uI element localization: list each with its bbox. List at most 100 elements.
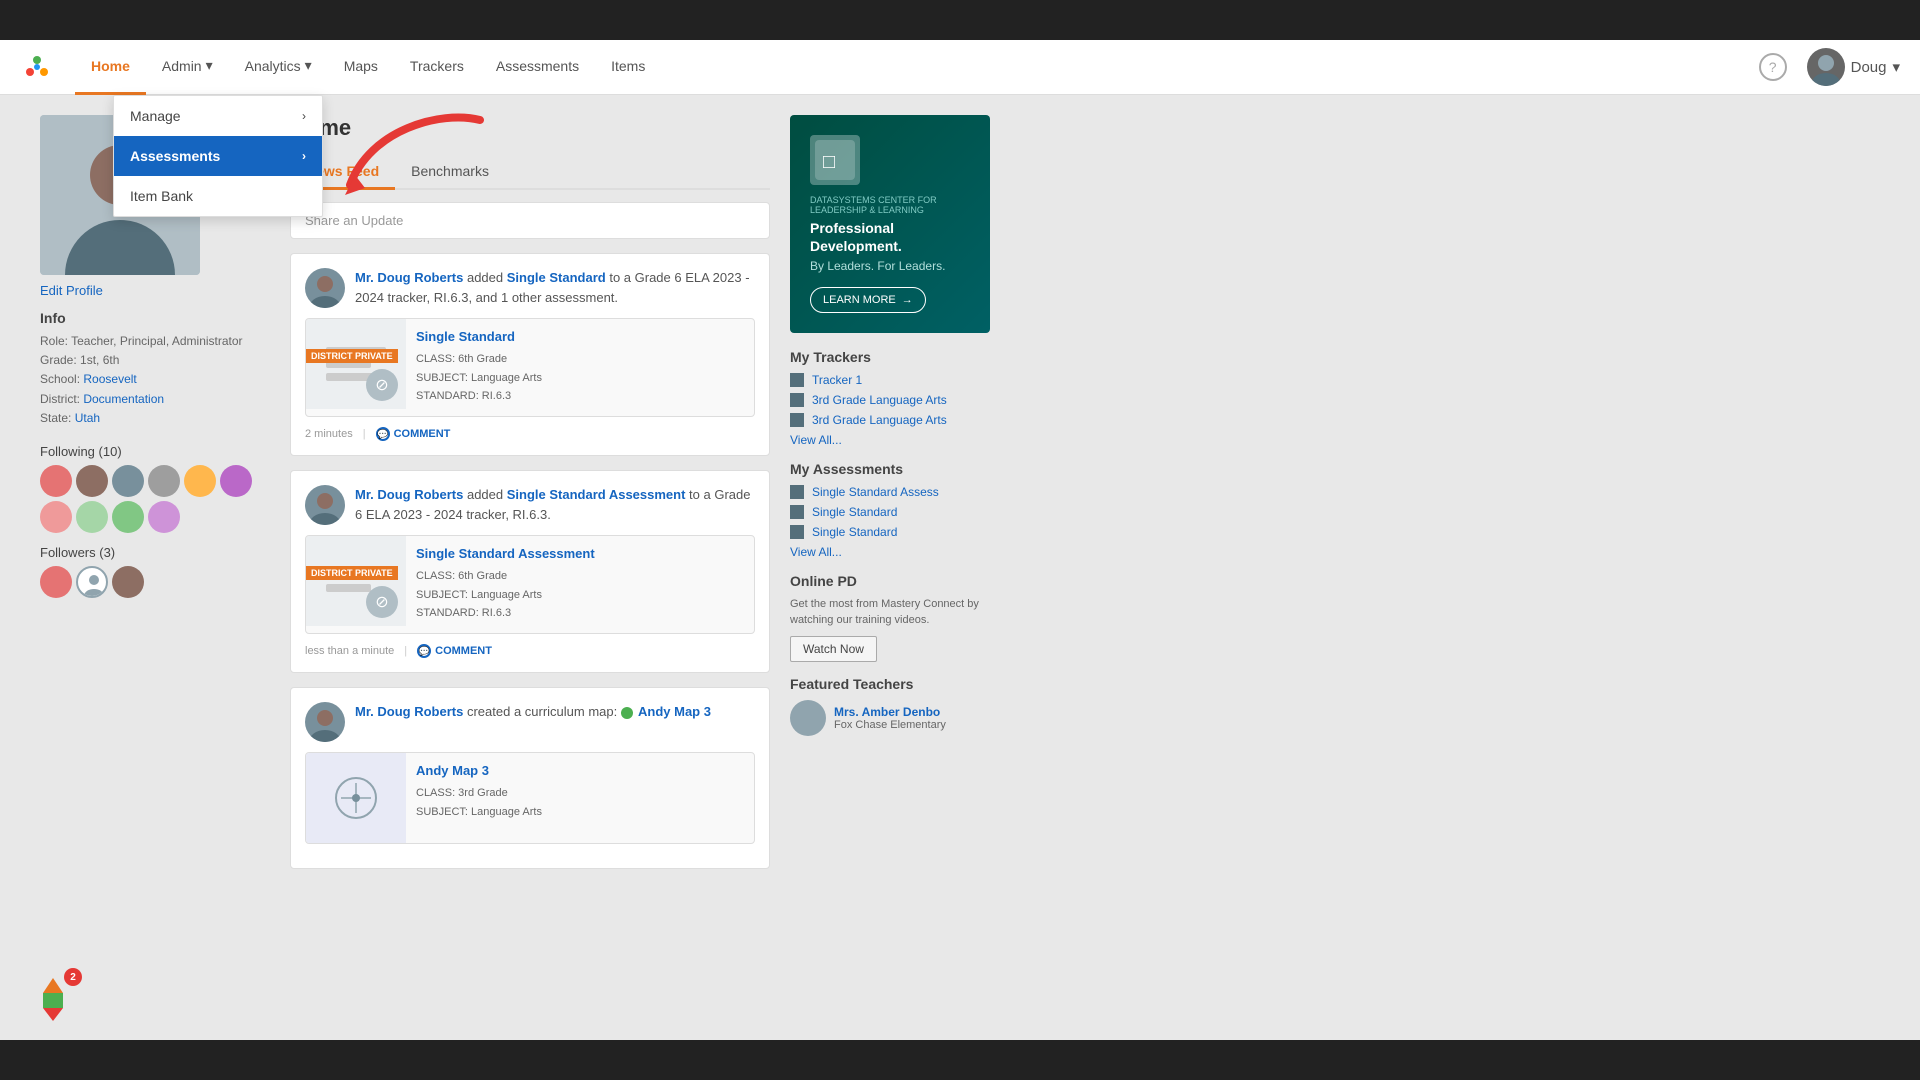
feed-item-header-3: Mr. Doug Roberts created a curriculum ma… [305,702,755,742]
blocked-icon-2: ⊘ [366,586,398,618]
nav-analytics[interactable]: Analytics ▾ [229,40,328,95]
feed-item-link-2[interactable]: Single Standard Assessment [507,487,686,502]
feed-card-2[interactable]: DISTRICT PRIVATE ⊘ Single Standard Asses… [305,535,755,634]
ad-learn-more-button[interactable]: LEARN MORE → [810,287,926,313]
card-title-2[interactable]: Single Standard Assessment [416,546,744,561]
feed-card-image: DISTRICT PRIVATE ⊘ [306,319,406,409]
featured-school: Fox Chase Elementary [834,719,946,731]
following-avatar[interactable] [184,465,216,497]
right-panel: □ DATASYSTEMS CENTER FOR LEADERSHIP & LE… [790,115,990,1020]
feed-item-link[interactable]: Single Standard [507,270,606,285]
feed-card-info: Single Standard CLASS: 6th Grade SUBJECT… [406,319,754,416]
follower-avatar[interactable] [40,566,72,598]
my-trackers-section: My Trackers Tracker 1 3rd Grade Language… [790,349,990,447]
nav-items[interactable]: Items [595,40,661,95]
watch-now-button[interactable]: Watch Now [790,636,877,662]
nav-trackers[interactable]: Trackers [394,40,480,95]
app-logo[interactable] [20,50,55,85]
featured-avatar [790,700,826,736]
feed-item-3: Mr. Doug Roberts created a curriculum ma… [290,687,770,869]
district-link[interactable]: Documentation [83,392,164,406]
feed-user-link[interactable]: Mr. Doug Roberts [355,270,463,285]
district-private-badge: DISTRICT PRIVATE [306,349,398,363]
feed-card-1[interactable]: DISTRICT PRIVATE ⊘ Single Standard CLASS… [305,318,755,417]
ad-title: Professional Development. [810,219,970,255]
tab-benchmarks[interactable]: Benchmarks [395,155,505,190]
top-bar [0,0,1920,40]
my-assessments-section: My Assessments Single Standard Assess Si… [790,461,990,559]
badge-count: 2 [64,968,82,986]
following-avatar[interactable] [148,501,180,533]
ad-banner: □ DATASYSTEMS CENTER FOR LEADERSHIP & LE… [790,115,990,333]
follower-avatar[interactable] [112,566,144,598]
help-button[interactable]: ? [1759,53,1787,81]
feed-item-header: Mr. Doug Roberts added Single Standard t… [305,268,755,308]
featured-teacher-1: Mrs. Amber Denbo Fox Chase Elementary [790,700,990,736]
nav-home[interactable]: Home [75,40,146,95]
info-title: Info [40,310,270,326]
assessment-item-3[interactable]: Single Standard [790,525,990,539]
admin-dropdown: Manage › Assessments › Item Bank [113,95,323,217]
following-avatar[interactable] [148,465,180,497]
following-avatar[interactable] [76,501,108,533]
floating-badge[interactable]: 2 [25,970,80,1025]
online-pd-description: Get the most from Mastery Connect by wat… [790,597,990,628]
following-avatar[interactable] [40,465,72,497]
navbar: Home Admin ▾ Analytics ▾ Maps Trackers A… [0,40,1920,95]
featured-teachers-section: Featured Teachers Mrs. Amber Denbo Fox C… [790,676,990,736]
assessment-item-1[interactable]: Single Standard Assess [790,485,990,499]
following-avatar[interactable] [112,501,144,533]
following-avatar[interactable] [220,465,252,497]
nav-admin[interactable]: Admin ▾ [146,40,229,95]
svg-text:□: □ [823,151,835,173]
analytics-chevron-icon: ▾ [305,57,312,74]
feed-footer-2: less than a minute | 💬 COMMENT [305,644,755,658]
comment-button-2[interactable]: 💬 COMMENT [417,644,492,658]
ad-logo: □ [810,135,860,185]
comment-button-1[interactable]: 💬 COMMENT [376,427,451,441]
card-detail: CLASS: 6th Grade SUBJECT: Language Arts … [416,350,744,406]
feed-item-link-3[interactable]: Andy Map 3 [621,704,711,719]
following-section: Following (10) [40,444,270,533]
edit-profile-link[interactable]: Edit Profile [40,283,270,298]
nav-maps[interactable]: Maps [328,40,394,95]
following-avatar[interactable] [112,465,144,497]
share-input[interactable]: Share an Update [290,202,770,239]
user-menu[interactable]: Doug ▾ [1807,48,1900,86]
feed-item-text-2: Mr. Doug Roberts added Single Standard A… [355,485,755,525]
assessments-view-all[interactable]: View All... [790,545,990,559]
card-line [326,584,371,592]
feed-user-avatar [305,268,345,308]
page-title: Home [290,115,770,141]
featured-title: Featured Teachers [790,676,990,692]
feed-card-3[interactable]: Andy Map 3 CLASS: 3rd Grade SUBJECT: Lan… [305,752,755,844]
state-link[interactable]: Utah [75,411,100,425]
tracker-item-1[interactable]: Tracker 1 [790,373,990,387]
tracker-item-2[interactable]: 3rd Grade Language Arts [790,393,990,407]
feed-user-link-3[interactable]: Mr. Doug Roberts [355,704,463,719]
card-title[interactable]: Single Standard [416,329,744,344]
assessments-title: My Assessments [790,461,990,477]
school-link[interactable]: Roosevelt [83,372,136,386]
following-avatar[interactable] [40,501,72,533]
feed-user-link-2[interactable]: Mr. Doug Roberts [355,487,463,502]
trackers-view-all[interactable]: View All... [790,433,990,447]
card-title-3[interactable]: Andy Map 3 [416,763,744,778]
following-avatar[interactable] [76,465,108,497]
feed-user-avatar-3 [305,702,345,742]
learn-more-arrow-icon: → [902,294,913,306]
feed-item-header-2: Mr. Doug Roberts added Single Standard A… [305,485,755,525]
tracker-item-3[interactable]: 3rd Grade Language Arts [790,413,990,427]
dropdown-manage[interactable]: Manage › [114,96,322,136]
dropdown-item-bank[interactable]: Item Bank [114,176,322,216]
nav-assessments[interactable]: Assessments [480,40,595,95]
featured-name[interactable]: Mrs. Amber Denbo [834,705,946,719]
assessment-icon [790,525,804,539]
follower-avatar[interactable] [76,566,108,598]
user-chevron-icon: ▾ [1892,58,1900,76]
ad-subtitle: By Leaders. For Leaders. [810,259,970,273]
dropdown-assessments[interactable]: Assessments › [114,136,322,176]
tracker-icon [790,373,804,387]
assessment-item-2[interactable]: Single Standard [790,505,990,519]
followers-avatars [40,566,270,598]
